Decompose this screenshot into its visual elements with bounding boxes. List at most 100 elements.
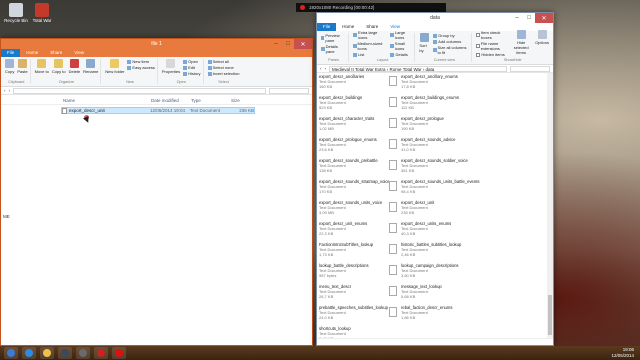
details-pane-button[interactable]: Details pane [321, 44, 346, 54]
taskbar-button[interactable] [22, 347, 36, 359]
file-row[interactable]: export_descr_unit 12/05/2014 19:04 Text … [61, 107, 255, 114]
close-icon[interactable]: ✕ [294, 39, 312, 49]
rename-icon [86, 59, 96, 68]
layout-extra-large-icons[interactable]: Extra large icons [353, 30, 387, 40]
title-bar[interactable]: data – □ ✕ [317, 13, 553, 23]
scrollbar-thumb[interactable] [548, 295, 552, 335]
size-columns-button[interactable]: Size all columns to fit [433, 45, 469, 55]
add-columns-button[interactable]: Add columns [433, 39, 469, 44]
column-type[interactable]: Type [191, 98, 231, 103]
file-item[interactable]: export_descr_ancillary_enums Text Documen… [401, 74, 467, 89]
file-item[interactable]: export_descr_unit Text Document 235 KB [401, 200, 467, 215]
record-icon[interactable] [300, 5, 305, 10]
layout-small-icons[interactable]: Small icons [390, 41, 412, 51]
tab-home[interactable]: Home [20, 49, 44, 57]
address-path[interactable]: Medieval II Total War Extra › Rome Total… [329, 65, 507, 72]
maximize-icon[interactable]: □ [523, 13, 535, 23]
file-item[interactable]: export_descr_sounds_soldier_voice Text Do… [401, 158, 468, 173]
column-size[interactable]: Size [231, 98, 261, 103]
taskbar-button[interactable] [112, 347, 126, 359]
title-bar[interactable]: file 1 – □ ✕ [1, 39, 312, 49]
file-item[interactable]: FactionIntroSubTitles_lookup Text Documen… [319, 242, 385, 257]
minimize-icon[interactable]: – [270, 39, 282, 49]
column-date-modified[interactable]: Date modified [151, 98, 191, 103]
file-item[interactable]: export_descr_prologue Text Document 190 KB [401, 116, 467, 131]
file-item[interactable]: menu_text_descr Text Document 26,7 KB [319, 284, 385, 299]
item-check-boxes-toggle[interactable]: Item check boxes [476, 30, 507, 40]
file-item[interactable]: historic_battles_subtitles_lookup Text Do… [401, 242, 467, 257]
file-item[interactable]: export_descr_units_enums Text Document 40,… [401, 221, 467, 236]
maximize-icon[interactable]: □ [282, 39, 294, 49]
new-item-button[interactable]: New item [127, 59, 154, 64]
forward-icon[interactable]: › [9, 88, 11, 93]
file-item[interactable]: export_descr_ancillaries Text Document 160… [319, 74, 385, 89]
edit-button[interactable]: Edit [183, 65, 200, 70]
layout-medium-icons[interactable]: Medium-sized icons [353, 41, 387, 51]
back-icon[interactable]: ‹ [4, 88, 6, 93]
file-item[interactable]: export_descr_sounds_advice Text Document 4… [401, 137, 467, 152]
copy-button[interactable]: Copy [5, 59, 14, 74]
taskbar-button[interactable] [40, 347, 54, 359]
tab-share[interactable]: Share [44, 49, 68, 57]
file-item[interactable]: prebattle_speeches_subtitles_lookup Text … [319, 305, 388, 320]
open-icon [183, 59, 188, 64]
group-by-button[interactable]: Group by [433, 33, 469, 38]
file-item[interactable]: lookup_campaign_descriptions Text Documen… [401, 263, 467, 278]
layout-details[interactable]: Details [390, 52, 412, 57]
open-button[interactable]: Open [183, 59, 200, 64]
properties-button[interactable]: Properties [162, 59, 180, 74]
search-input[interactable] [510, 65, 550, 72]
select-all-button[interactable]: Select all [207, 59, 240, 64]
file-item[interactable]: rebal_faction_descr_enums Text Document 1,… [401, 305, 467, 320]
layout-large-icons[interactable]: Large icons [390, 30, 412, 40]
new-folder-button[interactable]: New folder [105, 59, 124, 74]
options-icon [537, 30, 547, 39]
forward-icon[interactable]: › [325, 66, 327, 71]
total-war-desktop-icon[interactable]: Total War [30, 3, 54, 23]
hide-selected-items-button[interactable]: Hide selected items [510, 30, 532, 55]
file-item[interactable]: export_descr_sounds_units_battle_events T… [401, 179, 479, 194]
file-item[interactable]: lookup_battle_descriptions Text Document 9… [319, 263, 385, 278]
tab-file[interactable]: File [1, 49, 21, 57]
options-button[interactable]: Options [535, 30, 549, 45]
layout-list[interactable]: List [353, 52, 387, 57]
copy-to-button[interactable]: Copy to [52, 59, 66, 74]
tab-file[interactable]: File [317, 23, 337, 31]
file-name-extensions-toggle[interactable]: File name extensions [476, 41, 507, 51]
file-item[interactable]: export_descr_prologue_enums Text Document… [319, 137, 385, 152]
clock[interactable]: 19:06 12/05/2014 [611, 347, 634, 359]
search-input[interactable] [269, 87, 309, 94]
file-item[interactable]: export_descr_sounds_stratmap_voice Text D… [319, 179, 390, 194]
preview-pane-button[interactable]: Preview pane [321, 33, 346, 43]
close-icon[interactable]: ✕ [535, 13, 553, 23]
select-none-button[interactable]: Select none [207, 65, 240, 70]
hidden-items-toggle[interactable]: Hidden items [476, 52, 507, 57]
file-item[interactable]: export_descr_sounds_prebattle Text Docume… [319, 158, 385, 173]
nav-pane-item[interactable]: ME [3, 214, 10, 219]
sort-by-button[interactable]: Sort by [419, 33, 430, 53]
file-item[interactable]: export_descr_buildings_enums Text Documen… [401, 95, 467, 110]
rename-button[interactable]: Rename [83, 59, 98, 74]
taskbar-button[interactable] [94, 347, 108, 359]
history-button[interactable]: History [183, 71, 201, 76]
back-icon[interactable]: ‹ [320, 66, 322, 71]
minimize-icon[interactable]: – [511, 13, 523, 23]
easy-access-button[interactable]: Easy access [127, 65, 155, 70]
taskbar-button[interactable] [58, 347, 72, 359]
move-to-button[interactable]: Move to [35, 59, 49, 74]
file-item[interactable]: export_descr_character_traits Text Docume… [319, 116, 385, 131]
file-item[interactable]: export_descr_sounds_units_voice Text Docu… [319, 200, 385, 215]
file-item[interactable]: message_text_lookup Text Document 5,68 KB [401, 284, 467, 299]
paste-button[interactable]: Paste [17, 59, 28, 74]
delete-button[interactable]: Delete [69, 59, 80, 74]
column-name[interactable]: Name [63, 98, 151, 103]
file-item[interactable]: export_descr_unit_enums Text Document 22,3… [319, 221, 385, 236]
scrollbar[interactable] [547, 73, 553, 341]
invert-selection-button[interactable]: Invert selection [207, 71, 239, 76]
address-path[interactable] [13, 87, 266, 94]
taskbar-button[interactable] [76, 347, 90, 359]
taskbar-button[interactable] [4, 347, 18, 359]
file-item[interactable]: export_descr_buildings Text Document 523 K… [319, 95, 385, 110]
recycle-bin-desktop-icon[interactable]: Recycle Bin [4, 3, 28, 23]
tab-view[interactable]: View [68, 49, 90, 57]
